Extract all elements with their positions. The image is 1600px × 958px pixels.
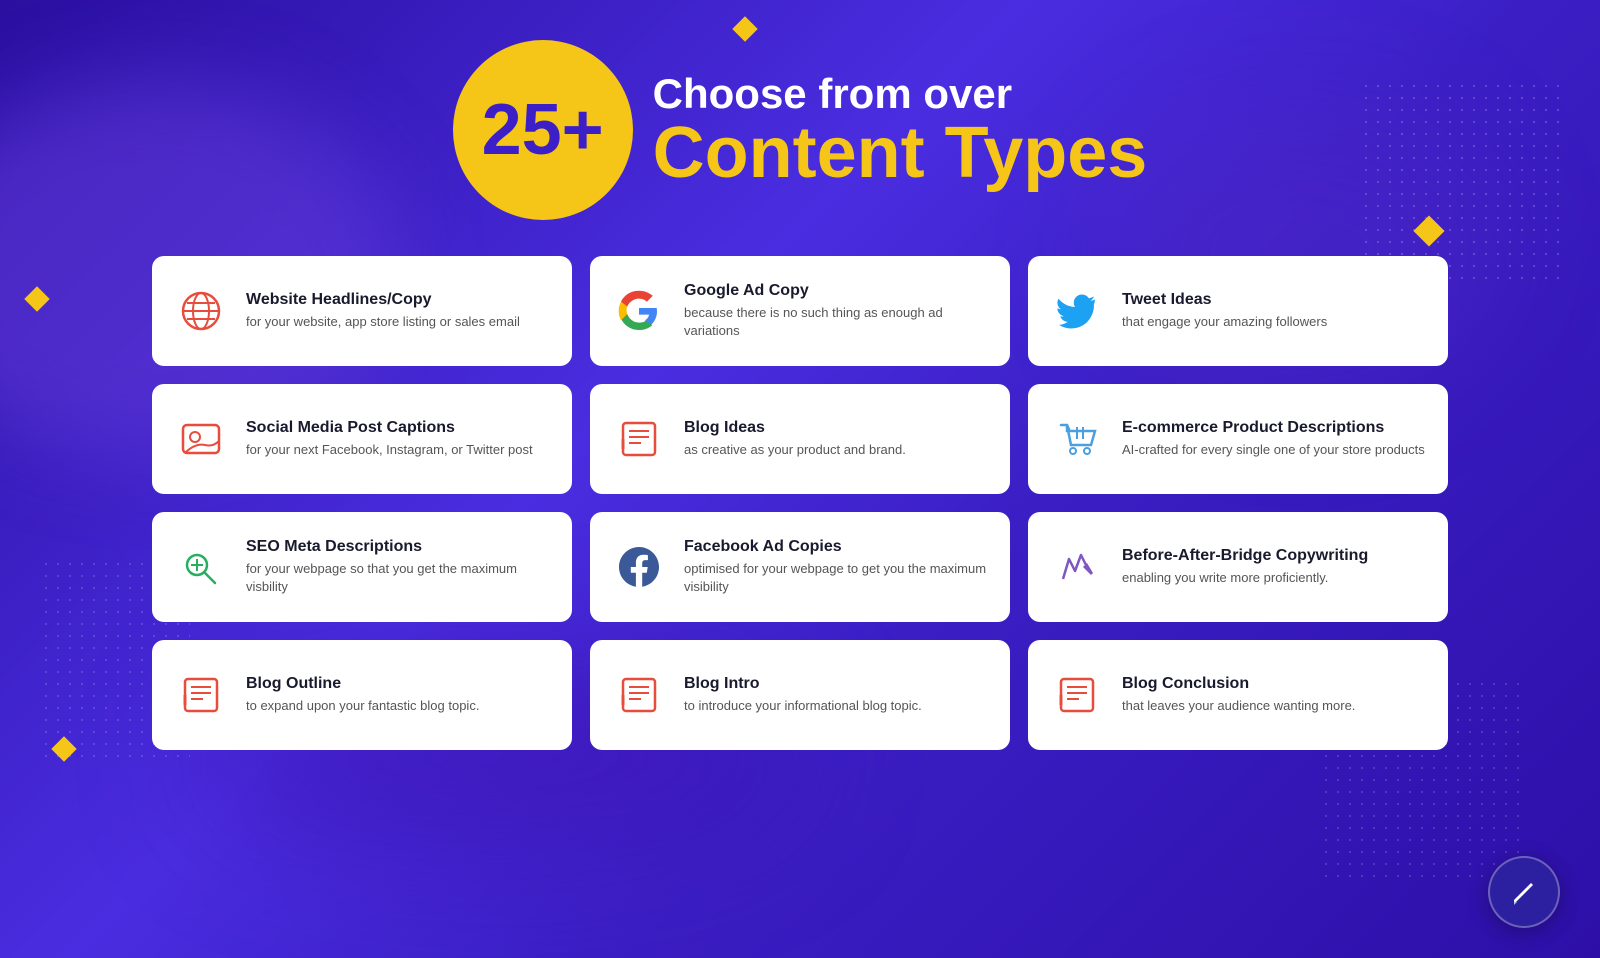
card-desc-website-headlines: for your website, app store listing or s… [246,313,520,331]
card-text-tweet-ideas: Tweet Ideas that engage your amazing fol… [1122,291,1327,331]
card-icon-outline [172,666,230,724]
card-icon-twitter [1048,282,1106,340]
card-social-media[interactable]: Social Media Post Captions for your next… [152,384,572,494]
card-text-ecommerce: E-commerce Product Descriptions AI-craft… [1122,419,1425,459]
card-desc-ecommerce: AI-crafted for every single one of your … [1122,441,1425,459]
page-content: 25+ Choose from over Content Types Websi… [0,0,1600,958]
card-text-blog-intro: Blog Intro to introduce your information… [684,675,922,715]
card-icon-conclusion [1048,666,1106,724]
card-text-blog-ideas: Blog Ideas as creative as your product a… [684,419,906,459]
card-icon-social [172,410,230,468]
card-desc-seo-meta: for your webpage so that you get the max… [246,560,552,596]
card-title-google-ad: Google Ad Copy [684,282,990,300]
card-blog-conclusion[interactable]: Blog Conclusion that leaves your audienc… [1028,640,1448,750]
card-blog-outline[interactable]: Blog Outline to expand upon your fantast… [152,640,572,750]
header-title-block: Choose from over Content Types [653,71,1148,189]
card-text-blog-conclusion: Blog Conclusion that leaves your audienc… [1122,675,1355,715]
card-title-social-media: Social Media Post Captions [246,419,533,437]
card-title-website-headlines: Website Headlines/Copy [246,291,520,309]
card-icon-google [610,282,668,340]
card-tweet-ideas[interactable]: Tweet Ideas that engage your amazing fol… [1028,256,1448,366]
card-facebook-ad[interactable]: Facebook Ad Copies optimised for your we… [590,512,1010,622]
card-desc-before-after: enabling you write more proficiently. [1122,569,1368,587]
card-icon-ecomm [1048,410,1106,468]
pen-button[interactable] [1488,856,1560,928]
card-text-social-media: Social Media Post Captions for your next… [246,419,533,459]
card-desc-blog-intro: to introduce your informational blog top… [684,697,922,715]
card-title-facebook-ad: Facebook Ad Copies [684,538,990,556]
card-title-ecommerce: E-commerce Product Descriptions [1122,419,1425,437]
card-desc-google-ad: because there is no such thing as enough… [684,304,990,340]
card-icon-bridge [1048,538,1106,596]
card-google-ad[interactable]: Google Ad Copy because there is no such … [590,256,1010,366]
number-badge: 25+ [453,40,633,220]
card-ecommerce[interactable]: E-commerce Product Descriptions AI-craft… [1028,384,1448,494]
content-types-text: Content Types [653,117,1148,189]
card-desc-social-media: for your next Facebook, Instagram, or Tw… [246,441,533,459]
card-text-before-after: Before-After-Bridge Copywriting enabling… [1122,547,1368,587]
card-text-facebook-ad: Facebook Ad Copies optimised for your we… [684,538,990,596]
card-desc-blog-outline: to expand upon your fantastic blog topic… [246,697,479,715]
cards-grid: Website Headlines/Copy for your website,… [152,256,1448,750]
card-before-after[interactable]: Before-After-Bridge Copywriting enabling… [1028,512,1448,622]
card-icon-facebook [610,538,668,596]
card-title-blog-conclusion: Blog Conclusion [1122,675,1355,693]
card-text-seo-meta: SEO Meta Descriptions for your webpage s… [246,538,552,596]
card-blog-ideas[interactable]: Blog Ideas as creative as your product a… [590,384,1010,494]
card-icon-intro [610,666,668,724]
number-text: 25+ [482,94,604,166]
card-desc-blog-conclusion: that leaves your audience wanting more. [1122,697,1355,715]
choose-text: Choose from over [653,71,1148,117]
card-title-blog-intro: Blog Intro [684,675,922,693]
card-website-headlines[interactable]: Website Headlines/Copy for your website,… [152,256,572,366]
card-icon-globe [172,282,230,340]
card-title-seo-meta: SEO Meta Descriptions [246,538,552,556]
card-text-blog-outline: Blog Outline to expand upon your fantast… [246,675,479,715]
card-text-google-ad: Google Ad Copy because there is no such … [684,282,990,340]
card-text-website-headlines: Website Headlines/Copy for your website,… [246,291,520,331]
card-blog-intro[interactable]: Blog Intro to introduce your information… [590,640,1010,750]
pen-icon [1508,876,1540,908]
card-title-blog-ideas: Blog Ideas [684,419,906,437]
card-desc-tweet-ideas: that engage your amazing followers [1122,313,1327,331]
page-header: 25+ Choose from over Content Types [453,40,1148,220]
card-title-before-after: Before-After-Bridge Copywriting [1122,547,1368,565]
card-icon-seo [172,538,230,596]
card-seo-meta[interactable]: SEO Meta Descriptions for your webpage s… [152,512,572,622]
card-desc-blog-ideas: as creative as your product and brand. [684,441,906,459]
card-icon-blog [610,410,668,468]
card-title-tweet-ideas: Tweet Ideas [1122,291,1327,309]
card-desc-facebook-ad: optimised for your webpage to get you th… [684,560,990,596]
card-title-blog-outline: Blog Outline [246,675,479,693]
